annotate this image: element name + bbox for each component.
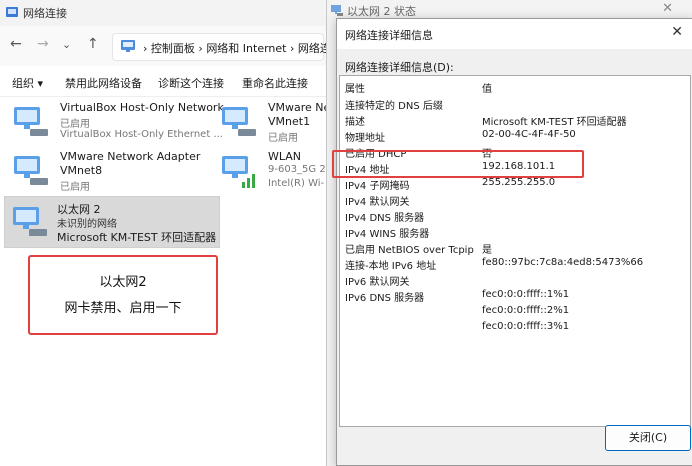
window-title: 网络连接	[23, 7, 67, 20]
annotation-callout: 以太网2 网卡禁用、启用一下	[28, 255, 218, 335]
list-item[interactable]: fec0:0:0:ffff::2%1	[340, 303, 690, 319]
close-icon[interactable]: ✕	[662, 1, 673, 16]
details-label: 网络连接详细信息(D):	[345, 61, 454, 74]
up-arrow-icon[interactable]: ↑	[87, 36, 99, 52]
list-header: 属性 值	[340, 78, 690, 95]
breadcrumb: › 控制面板 › 网络和 Internet › 网络连	[143, 42, 331, 55]
annotation-line-1: 以太网2	[99, 275, 147, 290]
rename-connection-button[interactable]: 重命名此连接	[242, 75, 308, 91]
network-folder-icon	[6, 7, 18, 17]
address-bar[interactable]: › 控制面板 › 网络和 Internet › 网络连	[112, 33, 331, 61]
network-details-dialog: 网络连接详细信息 ✕ 网络连接详细信息(D): 属性 值 连接特定的 DNS 后…	[336, 18, 692, 466]
close-dialog-button[interactable]: 关闭(C)	[605, 425, 691, 451]
network-adapter-icon	[14, 107, 48, 136]
list-item[interactable]: 描述 Microsoft KM-TEST 环回适配器	[340, 111, 690, 128]
adapter-wlan[interactable]: WLAN 9-603_5G 2 Intel(R) Wi-	[220, 150, 326, 194]
status-window-title: 以太网 2 状态	[347, 5, 416, 18]
network-adapter-icon	[222, 107, 256, 136]
list-item[interactable]: 物理地址 02-00-4C-4F-4F-50	[340, 127, 690, 144]
network-adapter-icon	[331, 5, 343, 16]
control-panel-icon	[121, 40, 135, 52]
breadcrumb-control-panel[interactable]: 控制面板	[151, 42, 195, 55]
list-item[interactable]: 已启用 NetBIOS over Tcpip 是	[340, 239, 690, 256]
list-item[interactable]: 连接特定的 DNS 后缀	[340, 95, 690, 112]
chevron-down-icon[interactable]: ⌄	[62, 38, 71, 51]
adapter-vmware-vmnet8[interactable]: VMware Network Adapter VMnet8 已启用	[12, 150, 212, 194]
forward-arrow-icon[interactable]: →	[37, 36, 49, 52]
list-item[interactable]: 连接-本地 IPv6 地址 fe80::97bc:7c8a:4ed8:5473%6…	[340, 255, 690, 272]
list-item[interactable]: IPv6 DNS 服务器 fec0:0:0:ffff::1%1	[340, 287, 690, 304]
diagnose-connection-button[interactable]: 诊断这个连接	[158, 75, 224, 91]
organize-menu-button[interactable]: 组织 ▾	[12, 75, 43, 91]
adapter-vmware-vmnet1[interactable]: VMware Ne VMnet1 已启用	[220, 101, 326, 145]
disable-device-button[interactable]: 禁用此网络设备	[65, 75, 142, 91]
details-list[interactable]: 属性 值 连接特定的 DNS 后缀 描述 Microsoft KM-TEST 环回…	[339, 75, 691, 427]
column-header-property[interactable]: 属性	[345, 80, 365, 95]
ipv4-highlight-box	[332, 150, 584, 178]
close-icon[interactable]: ✕	[671, 24, 683, 40]
adapter-virtualbox[interactable]: VirtualBox Host-Only Network 已启用 Virtual…	[12, 101, 224, 145]
list-item[interactable]: IPv6 默认网关	[340, 271, 690, 288]
network-adapter-icon	[13, 207, 47, 236]
annotation-line-2: 网卡禁用、启用一下	[64, 301, 182, 316]
list-item[interactable]: IPv4 DNS 服务器	[340, 207, 690, 224]
adapter-ethernet-2[interactable]: 以太网 2 未识别的网络 Microsoft KM-TEST 环回适配器	[4, 196, 220, 248]
dialog-titlebar: 网络连接详细信息 ✕	[337, 19, 692, 49]
dialog-title: 网络连接详细信息	[345, 29, 433, 42]
wifi-adapter-icon	[222, 156, 255, 188]
breadcrumb-network-internet[interactable]: 网络和 Internet	[206, 42, 286, 55]
list-item[interactable]: fec0:0:0:ffff::3%1	[340, 319, 690, 335]
network-adapter-icon	[14, 156, 48, 185]
list-item[interactable]: IPv4 默认网关	[340, 191, 690, 208]
column-header-value[interactable]: 值	[482, 80, 492, 95]
back-arrow-icon[interactable]: ←	[10, 36, 22, 52]
list-item[interactable]: IPv4 WINS 服务器	[340, 223, 690, 240]
